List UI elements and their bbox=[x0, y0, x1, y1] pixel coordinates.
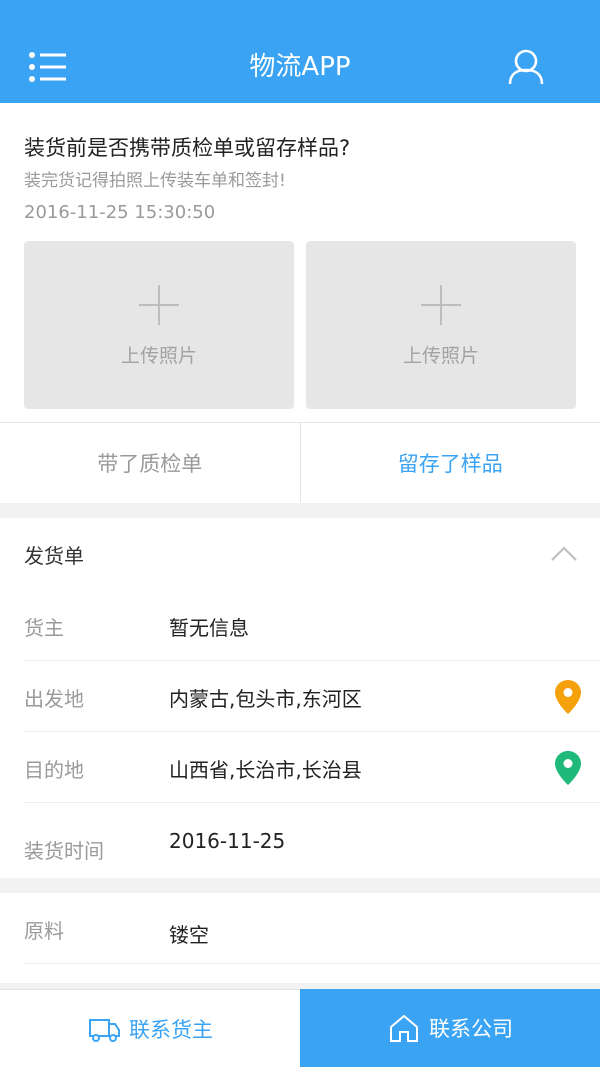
row-key: 出发地 bbox=[24, 687, 84, 711]
contact-owner-button[interactable]: 联系货主 bbox=[0, 989, 300, 1067]
upload-photo-button[interactable]: 上传照片 bbox=[306, 241, 576, 409]
row-value: 镂空 bbox=[169, 923, 209, 947]
location-pin-icon[interactable] bbox=[554, 679, 582, 715]
question-subtitle: 装完货记得拍照上传装车单和签封! bbox=[24, 171, 286, 191]
choice-sample-kept[interactable]: 留存了样品 bbox=[301, 423, 600, 502]
material-section: 原料 镂空 bbox=[0, 893, 600, 983]
question-timestamp: 2016-11-25 15:30:50 bbox=[24, 202, 216, 223]
question-title: 装货前是否携带质检单或留存样品? bbox=[24, 136, 351, 160]
row-key: 装货时间 bbox=[24, 839, 104, 863]
contact-owner-label: 联系货主 bbox=[129, 1017, 213, 1042]
row-value: 2016-11-25 bbox=[169, 829, 286, 853]
truck-icon bbox=[89, 1018, 120, 1042]
info-row-load-time: 装货时间 2016-11-25 bbox=[24, 803, 600, 874]
contact-company-label: 联系公司 bbox=[429, 1017, 513, 1041]
choice-tabs: 带了质检单 留存了样品 bbox=[0, 422, 600, 502]
row-value: 暂无信息 bbox=[169, 616, 249, 640]
app-header: 物流APP bbox=[0, 0, 600, 103]
row-key: 目的地 bbox=[24, 758, 84, 782]
upload-photo-button[interactable]: 上传照片 bbox=[24, 241, 294, 409]
bottom-action-bar: 联系货主 联系公司 bbox=[0, 989, 600, 1067]
upload-photo-label: 上传照片 bbox=[402, 345, 479, 367]
info-row-material: 原料 镂空 bbox=[24, 893, 600, 964]
row-key: 货主 bbox=[24, 616, 64, 640]
chevron-up-icon[interactable] bbox=[550, 544, 578, 564]
row-value: 山西省,长治市,长治县 bbox=[169, 758, 362, 782]
shipment-section: 发货单 货主 暂无信息 出发地 内蒙古,包头市,东河区 目的地 山西省,长治市,… bbox=[0, 518, 600, 878]
upload-photo-label: 上传照片 bbox=[120, 345, 197, 367]
home-icon bbox=[390, 1014, 418, 1042]
user-icon[interactable] bbox=[506, 48, 546, 86]
location-pin-icon[interactable] bbox=[554, 750, 582, 786]
choice-quality-sheet[interactable]: 带了质检单 bbox=[0, 423, 301, 502]
plus-icon bbox=[421, 285, 461, 325]
info-row-owner: 货主 暂无信息 bbox=[24, 590, 600, 661]
row-key: 原料 bbox=[24, 919, 64, 943]
section-title: 发货单 bbox=[24, 544, 84, 568]
contact-company-button[interactable]: 联系公司 bbox=[300, 989, 600, 1067]
row-value: 内蒙古,包头市,东河区 bbox=[169, 687, 362, 711]
info-row-destination: 目的地 山西省,长治市,长治县 bbox=[24, 732, 600, 803]
info-row-origin: 出发地 内蒙古,包头市,东河区 bbox=[24, 661, 600, 732]
plus-icon bbox=[139, 285, 179, 325]
